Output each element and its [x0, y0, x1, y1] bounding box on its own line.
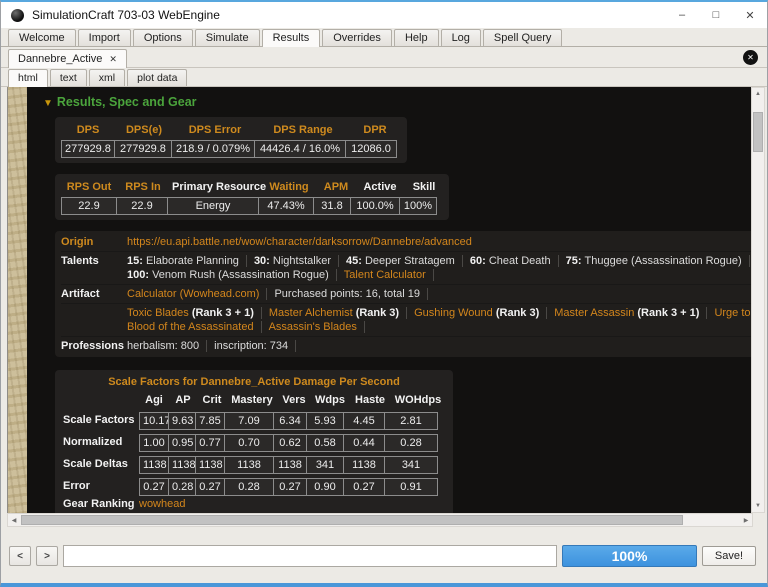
artifact-label: Artifact — [61, 287, 127, 301]
rps-table: RPS OutRPS InPrimary ResourceWaitingAPMA… — [55, 174, 449, 220]
scroll-down-icon[interactable]: ▼ — [752, 500, 764, 512]
vertical-scrollbar[interactable]: ▲ ▼ — [751, 87, 765, 513]
save-button[interactable]: Save! — [702, 546, 756, 566]
tab-options[interactable]: Options — [133, 29, 193, 46]
artifact-traits-line-2[interactable]: Blood of the AssassinatedAssassin's Blad… — [127, 320, 753, 334]
progress-bar: 100% — [562, 545, 697, 567]
professions-values: herbalism: 800inscription: 734 — [127, 339, 753, 353]
result-tab-label: Dannebre_Active — [18, 53, 102, 65]
tab-overrides[interactable]: Overrides — [322, 29, 392, 46]
view-tab-html[interactable]: html — [8, 69, 48, 87]
section-header[interactable]: ▼ Results, Spec and Gear — [43, 95, 753, 109]
scale-table-title: Scale Factors for Dannebre_Active Damage… — [63, 376, 445, 388]
app-icon — [11, 9, 24, 22]
scale-factors-row: Scale Factors 10.179.637.857.096.345.934… — [63, 410, 445, 430]
vertical-scroll-thumb[interactable] — [753, 112, 763, 152]
scale-deltas-values: 113811381138113811383411138341 — [139, 456, 438, 474]
artifact-traits-row: Toxic Blades (Rank 3 + 1)Master Alchemis… — [61, 304, 753, 337]
scroll-left-icon[interactable]: ◀ — [8, 514, 20, 526]
horizontal-scrollbar[interactable]: ◀ ▶ — [7, 513, 753, 527]
tab-log[interactable]: Log — [441, 29, 481, 46]
gear-ranking-row: Gear Ranking wowhead — [63, 498, 445, 510]
origin-link[interactable]: https://eu.api.battle.net/wow/character/… — [127, 236, 472, 248]
gear-ranking-link[interactable]: wowhead — [139, 498, 185, 510]
dps-value-row: 277929.8277929.8218.9 / 0.079%44426.4 / … — [61, 140, 401, 158]
result-tab-dannebre-active[interactable]: Dannebre_Active ✕ — [8, 49, 127, 68]
tab-welcome[interactable]: Welcome — [8, 29, 76, 46]
normalized-row: Normalized 1.000.950.770.700.620.580.440… — [63, 432, 445, 452]
forward-button[interactable]: > — [36, 546, 58, 566]
scale-factors-table: Scale Factors for Dannebre_Active Damage… — [55, 370, 453, 513]
talents-row: Talents 15: Elaborate Planning30: Nights… — [61, 252, 753, 285]
origin-row: Origin https://eu.api.battle.net/wow/cha… — [61, 233, 753, 252]
rps-value-row: 22.922.9Energy47.43%31.8100.0%100% — [61, 197, 443, 215]
artifact-calculator-line[interactable]: Calculator (Wowhead.com)Purchased points… — [127, 287, 753, 301]
dps-table: DPSDPS(e)DPS ErrorDPS RangeDPR 277929.82… — [55, 117, 407, 163]
artifact-traits-line-1[interactable]: Toxic Blades (Rank 3 + 1)Master Alchemis… — [127, 306, 753, 320]
view-tab-bar: html text xml plot data — [1, 68, 767, 87]
scale-header-row: AgiAPCritMasteryVersWdpsHasteWOHdps — [63, 392, 445, 408]
view-tab-xml[interactable]: xml — [89, 69, 125, 86]
close-icon[interactable]: ✕ — [733, 3, 767, 27]
collapse-arrow-icon: ▼ — [43, 98, 53, 109]
tab-simulate[interactable]: Simulate — [195, 29, 260, 46]
dps-header-row: DPSDPS(e)DPS ErrorDPS RangeDPR — [61, 122, 401, 138]
tab-close-icon[interactable]: ✕ — [109, 54, 117, 65]
professions-row: Professions herbalism: 800inscription: 7… — [61, 337, 753, 355]
section-title: Results, Spec and Gear — [57, 95, 197, 109]
pane-close-button[interactable]: ✕ — [743, 50, 758, 65]
scale-deltas-row: Scale Deltas 113811381138113811383411138… — [63, 454, 445, 474]
talents-line-1: 15: Elaborate Planning30: Nightstalker45… — [127, 254, 753, 268]
report-parchment-border — [7, 87, 27, 513]
normalized-values: 1.000.950.770.700.620.580.440.28 — [139, 434, 438, 452]
app-window: SimulationCraft 703-03 WebEngine – □ ✕ W… — [0, 0, 768, 587]
error-row: Error 0.270.280.270.280.270.900.270.91 — [63, 476, 445, 496]
tab-results[interactable]: Results — [262, 29, 321, 47]
main-tab-bar: Welcome Import Options Simulate Results … — [1, 28, 767, 47]
window-title: SimulationCraft 703-03 WebEngine — [32, 8, 665, 22]
tab-import[interactable]: Import — [78, 29, 131, 46]
scroll-up-icon[interactable]: ▲ — [752, 88, 764, 100]
view-tab-plot-data[interactable]: plot data — [127, 69, 187, 86]
gear-ranking-label: Gear Ranking — [63, 498, 139, 510]
result-tab-bar: Dannebre_Active ✕ ✕ — [1, 47, 767, 68]
minimize-icon[interactable]: – — [665, 3, 699, 27]
back-button[interactable]: < — [9, 546, 31, 566]
talents-label: Talents — [61, 254, 127, 282]
tab-spell-query[interactable]: Spell Query — [483, 29, 562, 46]
pane-close-icon: ✕ — [747, 53, 754, 62]
status-bar: < > 100% Save! — [1, 527, 767, 583]
talents-line-2[interactable]: 100: Venom Rush (Assassination Rogue)Tal… — [127, 268, 753, 282]
scale-column-headers: AgiAPCritMasteryVersWdpsHasteWOHdps — [139, 392, 445, 408]
title-bar: SimulationCraft 703-03 WebEngine – □ ✕ — [1, 2, 767, 28]
artifact-traits-label-spacer — [61, 306, 127, 334]
origin-label: Origin — [61, 235, 127, 249]
rps-header-row: RPS OutRPS InPrimary ResourceWaitingAPMA… — [61, 179, 443, 195]
report-document: ▼ Results, Spec and Gear DPSDPS(e)DPS Err… — [27, 87, 753, 513]
tab-help[interactable]: Help — [394, 29, 439, 46]
scale-factors-values: 10.179.637.857.096.345.934.452.81 — [139, 412, 438, 430]
professions-label: Professions — [61, 339, 127, 353]
normalized-label: Normalized — [63, 436, 139, 448]
error-values: 0.270.280.270.280.270.900.270.91 — [139, 478, 438, 496]
scroll-right-icon[interactable]: ▶ — [740, 514, 752, 526]
scale-factors-label: Scale Factors — [63, 414, 139, 426]
report-pane: ▼ Results, Spec and Gear DPSDPS(e)DPS Err… — [1, 87, 767, 527]
horizontal-scroll-thumb[interactable] — [21, 515, 683, 525]
character-details-table: Origin https://eu.api.battle.net/wow/cha… — [55, 231, 753, 357]
url-input[interactable] — [63, 545, 557, 567]
view-tab-text[interactable]: text — [50, 69, 87, 86]
artifact-row: Artifact Calculator (Wowhead.com)Purchas… — [61, 285, 753, 304]
error-label: Error — [63, 480, 139, 492]
maximize-icon[interactable]: □ — [699, 3, 733, 27]
scale-deltas-label: Scale Deltas — [63, 458, 139, 470]
